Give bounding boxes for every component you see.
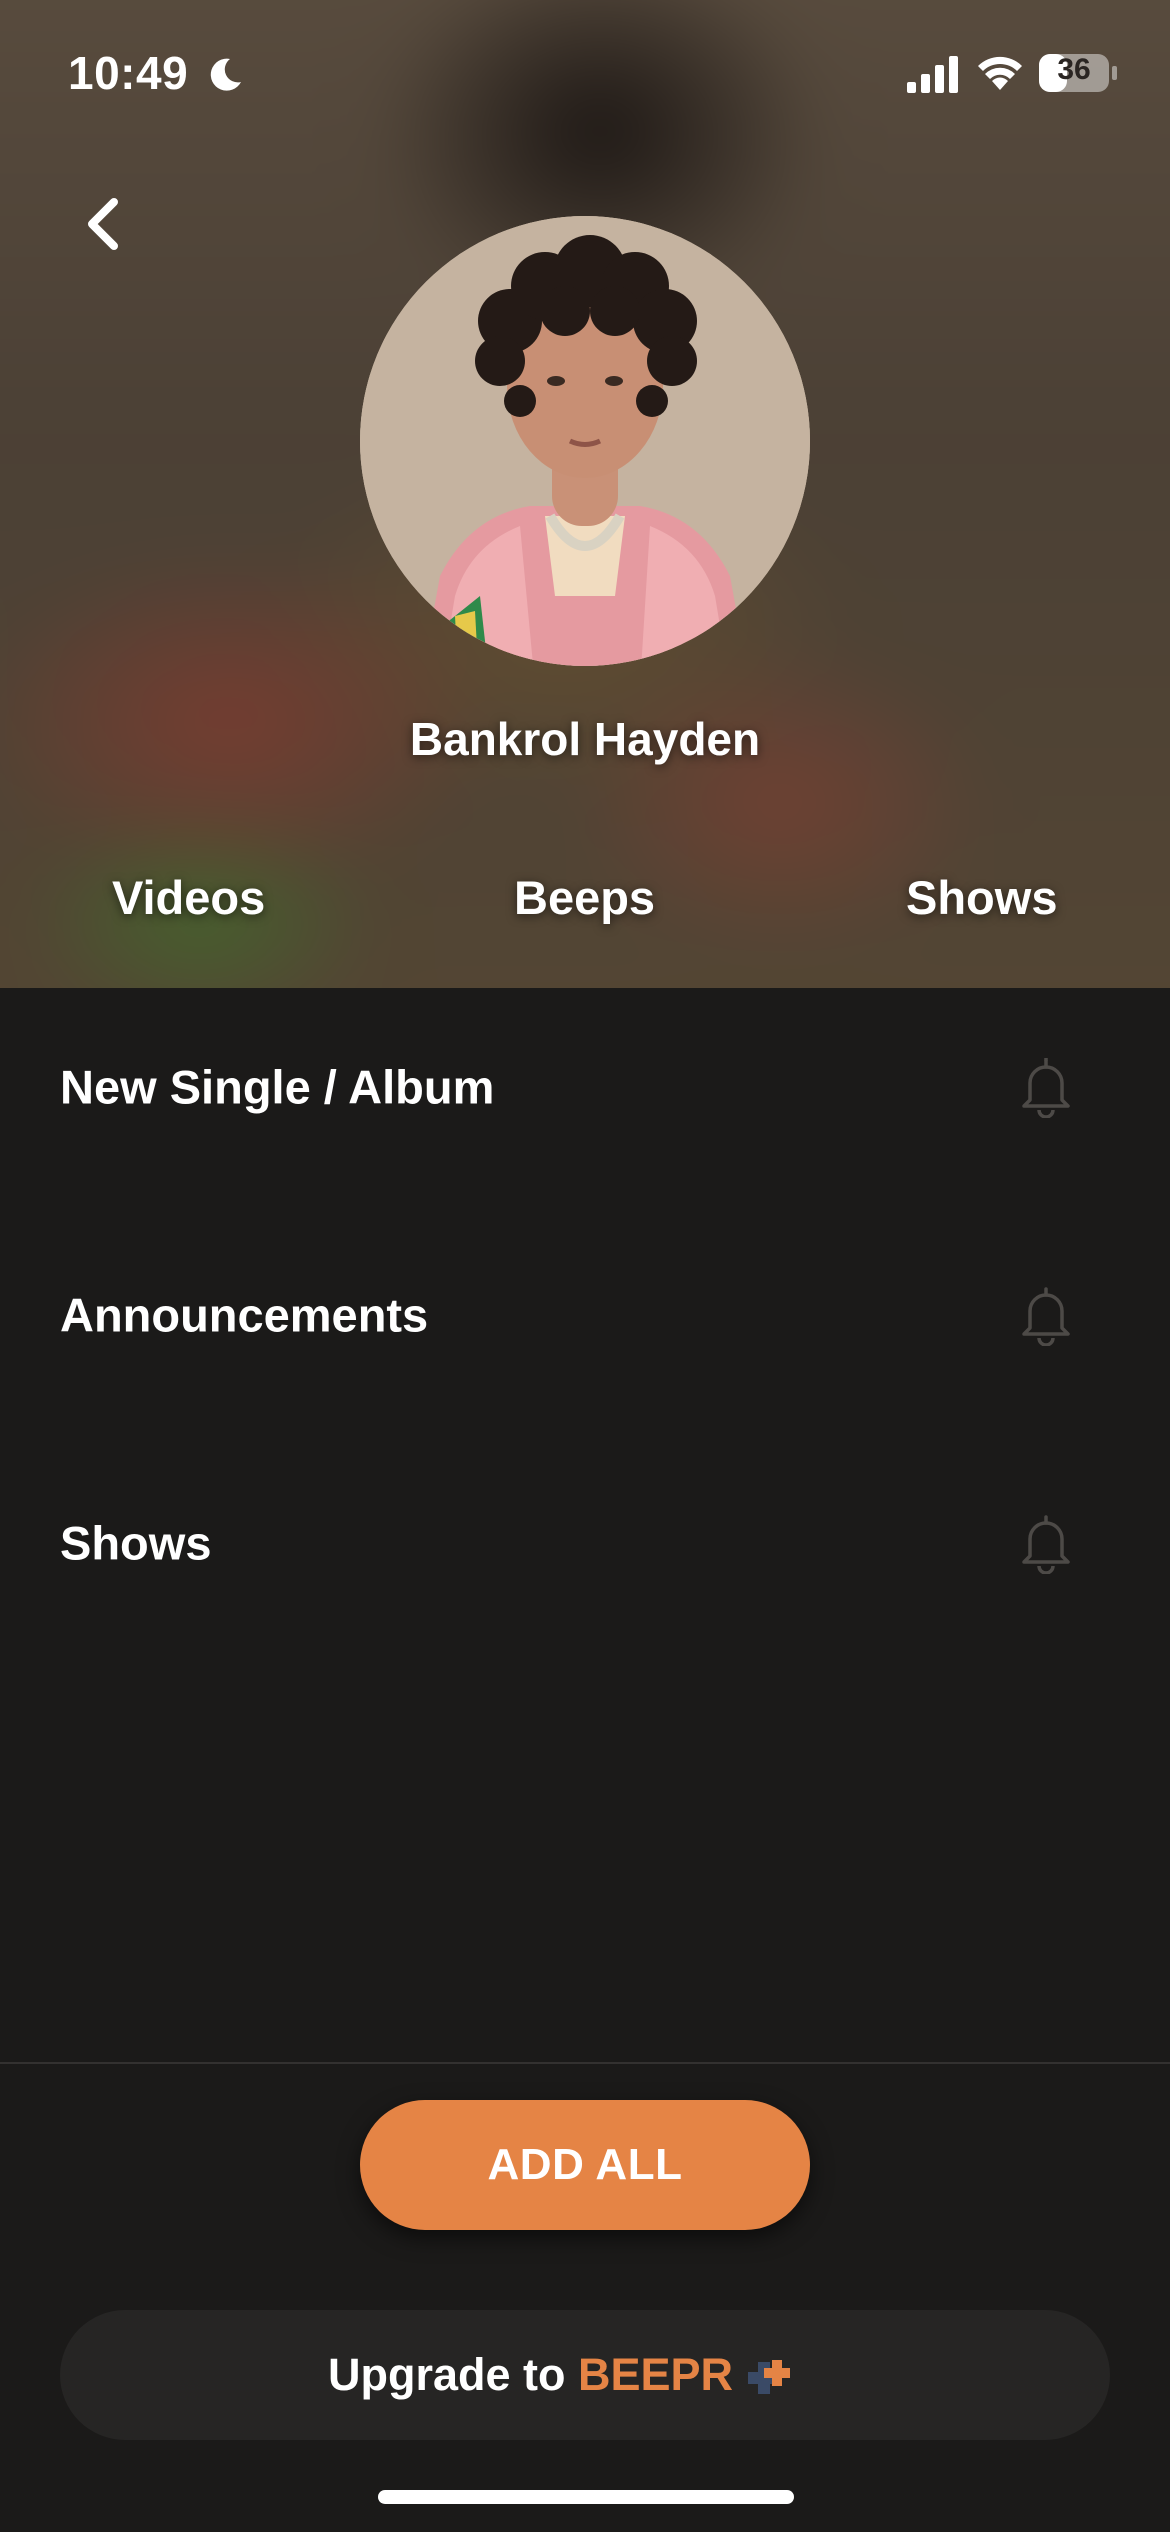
artist-header: 10:49 36 Bankrol Hayden Videos Beeps Sho… <box>0 0 1170 988</box>
upgrade-brand: BEEPR <box>578 2349 734 2400</box>
upgrade-text: Upgrade to BEEPR <box>328 2310 733 2440</box>
add-all-button[interactable]: ADD ALL <box>360 2100 810 2230</box>
notification-label: Shows <box>60 1516 212 1570</box>
wifi-icon <box>978 56 1022 90</box>
bottom-divider <box>0 2062 1170 2064</box>
bell-icon[interactable] <box>1016 1512 1076 1574</box>
notification-item-shows[interactable]: Shows <box>0 1463 1170 1623</box>
home-indicator <box>378 2490 794 2504</box>
notification-label: New Single / Album <box>60 1060 495 1114</box>
artist-avatar <box>360 216 810 666</box>
artist-photo <box>360 216 810 666</box>
artist-notifications-screen: 10:49 36 Bankrol Hayden Videos Beeps Sho… <box>0 0 1170 2532</box>
artist-name: Bankrol Hayden <box>409 713 761 765</box>
tab-shows[interactable]: Shows <box>906 870 1057 925</box>
notification-item-new-single-album[interactable]: New Single / Album <box>0 1007 1170 1167</box>
plus-icon <box>748 2360 790 2394</box>
tab-beeps[interactable]: Beeps <box>514 870 655 925</box>
notification-label: Announcements <box>60 1288 429 1342</box>
signal-icon <box>907 56 958 93</box>
bell-icon[interactable] <box>1016 1284 1076 1346</box>
battery-level: 36 <box>1057 53 1091 86</box>
moon-icon <box>210 58 241 91</box>
tab-videos[interactable]: Videos <box>112 870 265 925</box>
back-button[interactable] <box>74 192 138 256</box>
upgrade-button[interactable]: Upgrade to BEEPR <box>60 2310 1110 2440</box>
notification-item-announcements[interactable]: Announcements <box>0 1235 1170 1395</box>
bell-icon[interactable] <box>1016 1056 1076 1118</box>
status-time: 10:49 <box>68 47 189 99</box>
upgrade-prefix: Upgrade to <box>328 2349 579 2400</box>
status-bar: 10:49 36 <box>0 0 1170 150</box>
